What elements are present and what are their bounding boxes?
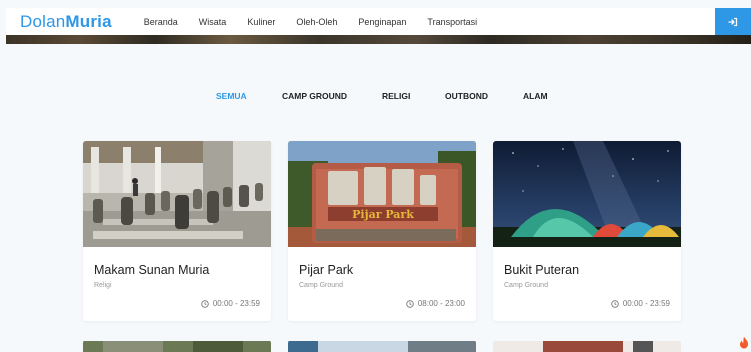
place-category: Religi [94,282,112,289]
place-photo: Pijar Park [288,141,476,247]
tab-camp-ground[interactable]: CAMP GROUND [282,91,347,101]
clock-icon [611,299,619,308]
place-title[interactable]: Makam Sunan Muria [94,263,209,277]
top-navbar: DolanMuria Beranda Wisata Kuliner Oleh-O… [6,8,751,35]
place-category: Camp Ground [299,282,343,289]
sign-in-icon [728,17,738,26]
place-card-partial[interactable] [493,340,681,352]
place-card[interactable]: Pijar Park Pijar Park Camp Ground 08:00 … [288,141,476,321]
nav-penginapan[interactable]: Penginapan [358,17,406,27]
nav-kuliner[interactable]: Kuliner [247,17,275,27]
tab-religi[interactable]: RELIGI [382,91,410,101]
hero-image-strip [6,35,751,44]
category-filter-tabs: SEMUA CAMP GROUND RELIGI OUTBOND ALAM [0,91,751,103]
login-button[interactable] [715,8,751,35]
fire-icon[interactable] [739,336,749,349]
brand-logo[interactable]: DolanMuria [20,12,112,32]
page: DolanMuria Beranda Wisata Kuliner Oleh-O… [0,0,751,352]
pijar-park-sign-text: Pijar Park [352,208,414,221]
nav-oleh-oleh[interactable]: Oleh-Oleh [296,17,337,27]
place-title[interactable]: Bukit Puteran [504,263,579,277]
tab-alam[interactable]: ALAM [523,91,548,101]
opening-hours: 08:00 - 23:00 [406,299,465,308]
opening-hours: 00:00 - 23:59 [611,299,670,308]
tab-semua[interactable]: SEMUA [216,91,247,101]
place-category: Camp Ground [504,282,548,289]
clock-icon [201,299,209,308]
nav-wisata[interactable]: Wisata [199,17,227,27]
place-card[interactable]: Makam Sunan Muria Religi 00:00 - 23:59 [83,141,271,321]
place-photo [83,141,271,247]
tab-outbond[interactable]: OUTBOND [445,91,488,101]
place-card-partial[interactable] [288,340,476,352]
place-title[interactable]: Pijar Park [299,263,353,277]
opening-hours: 00:00 - 23:59 [201,299,260,308]
place-card-partial[interactable] [83,340,271,352]
clock-icon [406,299,414,308]
main-nav: Beranda Wisata Kuliner Oleh-Oleh Pengina… [144,17,498,27]
place-photo [493,141,681,247]
place-card[interactable]: Bukit Puteran Camp Ground 00:00 - 23:59 [493,141,681,321]
nav-transportasi[interactable]: Transportasi [427,17,477,27]
nav-beranda[interactable]: Beranda [144,17,178,27]
